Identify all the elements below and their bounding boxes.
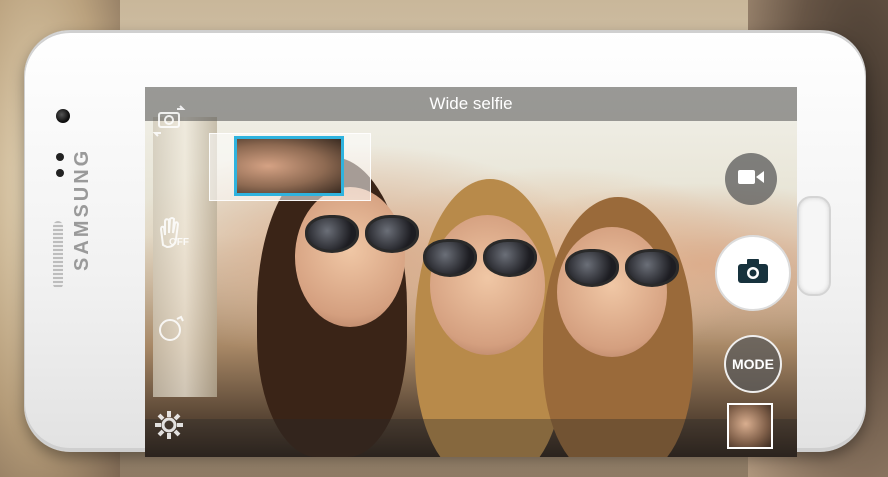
person-left-sunglasses [305, 215, 419, 253]
mode-title: Wide selfie [429, 94, 513, 113]
mode-title-bar: Wide selfie [145, 87, 797, 121]
beauty-face-icon[interactable] [157, 315, 187, 348]
person-center-face [430, 215, 545, 355]
proximity-sensor [56, 153, 64, 161]
person-right-sunglasses [565, 249, 679, 287]
gallery-thumbnail[interactable] [727, 403, 773, 449]
shutter-button[interactable] [715, 235, 791, 311]
gesture-state: OFF [169, 237, 189, 248]
camera-viewfinder[interactable]: Wide selfie OFF MODE [145, 87, 797, 457]
switch-camera-icon[interactable] [151, 105, 187, 144]
camera-icon [737, 258, 769, 289]
phone-body: SAMSUNG Wide selfie OFF MODE [24, 30, 866, 457]
wide-selfie-capture-frame [234, 136, 344, 196]
mode-label: MODE [732, 356, 774, 372]
gear-icon[interactable] [153, 409, 185, 446]
mode-button[interactable]: MODE [724, 335, 782, 393]
light-sensor [56, 169, 64, 177]
earpiece-speaker [53, 221, 63, 289]
person-left-face [295, 187, 405, 327]
front-camera [56, 109, 70, 123]
video-camera-icon [737, 168, 765, 191]
person-center-sunglasses [423, 239, 537, 277]
home-button[interactable] [797, 196, 831, 296]
person-right-face [557, 227, 667, 357]
record-video-button[interactable] [725, 153, 777, 205]
wide-selfie-preview-strip [209, 133, 371, 201]
hand-gesture-icon[interactable]: OFF [153, 215, 189, 258]
brand-logo: SAMSUNG [71, 147, 93, 271]
bottom-control-bar [145, 419, 797, 457]
